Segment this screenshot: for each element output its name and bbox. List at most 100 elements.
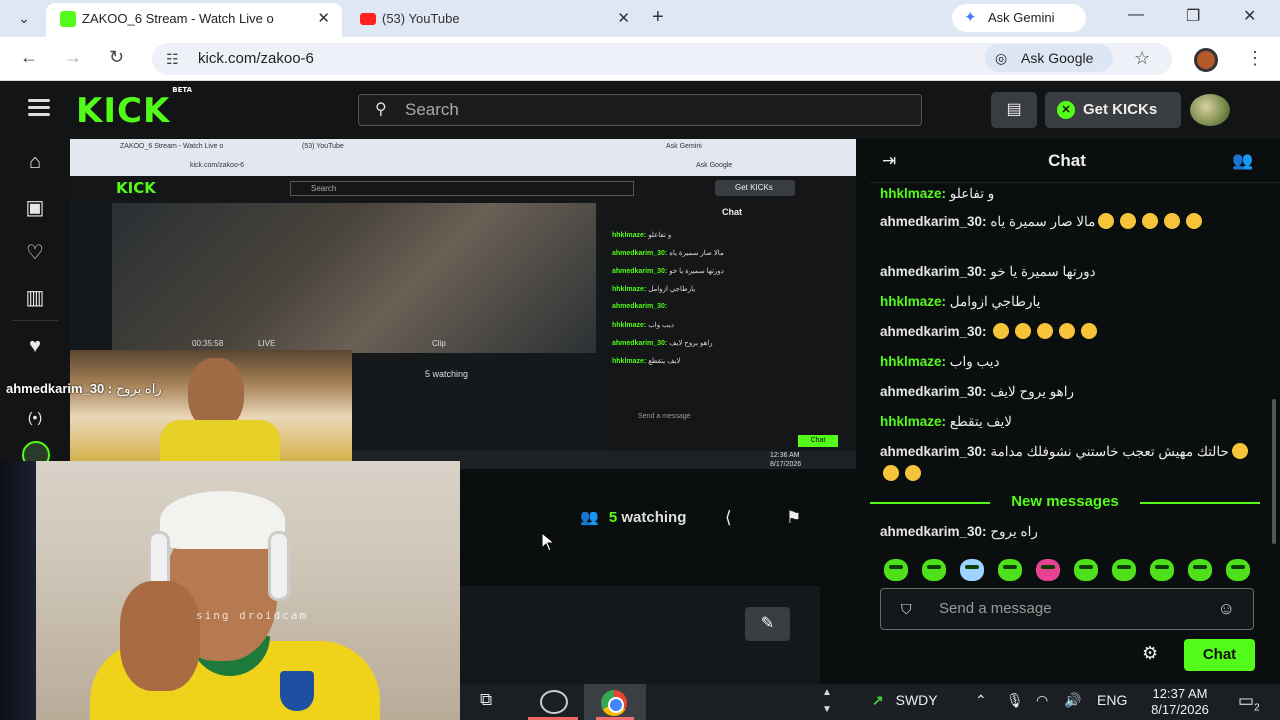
following-icon[interactable]: ♡: [22, 240, 48, 265]
inner-send: Send a message: [638, 413, 691, 420]
browse-button[interactable]: ▤: [991, 92, 1037, 128]
reload-button[interactable]: ↻: [109, 47, 124, 68]
chat-username[interactable]: ahmedkarim_30:: [880, 214, 987, 229]
inner-google: Ask Google: [696, 162, 733, 169]
chat-message: ahmedkarim_30: دورتها سميرة يا خو: [880, 261, 1260, 283]
kick-logo[interactable]: KICKBETA: [76, 86, 192, 131]
emote-icon[interactable]: [1150, 559, 1174, 581]
emote-icon[interactable]: [1036, 559, 1060, 581]
share-icon[interactable]: ⟨: [725, 508, 732, 528]
stats-icon[interactable]: ▥: [22, 285, 48, 310]
moderation-icon[interactable]: ⚑: [786, 508, 801, 528]
taskbar-scroll[interactable]: ▲ ▼: [822, 684, 832, 718]
laughing-emoji-icon: [993, 323, 1010, 339]
tray-chevron-icon[interactable]: ⌃: [975, 692, 987, 709]
tab-youtube[interactable]: (53) YouTube ✕: [346, 3, 642, 37]
taskbar-clock[interactable]: 12:37 AM 8/17/2026: [1140, 686, 1220, 718]
notification-icon[interactable]: ▭2: [1238, 691, 1260, 713]
heart-icon[interactable]: ♥: [22, 335, 48, 358]
webcam-preview-small: [70, 350, 352, 462]
viewers-icon: 👥: [580, 509, 599, 526]
close-tab-icon[interactable]: ✕: [317, 3, 330, 35]
tab-kick[interactable]: ZAKOO_6 Stream - Watch Live o ✕: [46, 3, 342, 37]
chat-username[interactable]: ahmedkarim_30:: [880, 384, 987, 399]
inner-chat-text: ديب واب: [648, 322, 674, 329]
inner-video: [112, 203, 596, 353]
chat-text: يارطاجي ازوامل: [949, 294, 1041, 309]
chat-message: ahmedkarim_30: راهو يروح لايف: [880, 381, 1260, 403]
chat-username[interactable]: ahmedkarim_30:: [880, 264, 987, 279]
get-kicks-button[interactable]: ✕ Get KICKs: [1045, 92, 1181, 128]
headphone-right: [268, 531, 290, 601]
user-avatar[interactable]: [1190, 94, 1230, 126]
emote-icon[interactable]: [922, 559, 946, 581]
chat-users-icon[interactable]: 👥: [1232, 151, 1253, 171]
browse-icon[interactable]: ▣: [22, 195, 48, 220]
home-icon[interactable]: ⌂: [22, 151, 48, 174]
stock-widget[interactable]: ↗ SWDY: [872, 692, 938, 709]
shield-icon: ⛉: [901, 601, 912, 617]
inner-chat-text: يارطاجي ازوامل: [648, 286, 696, 293]
emote-icon[interactable]: [1112, 559, 1136, 581]
wifi-icon[interactable]: ◠: [1036, 692, 1048, 709]
live-indicator-icon[interactable]: (•): [22, 409, 48, 425]
menu-icon[interactable]: [28, 99, 50, 116]
chat-username[interactable]: ahmedkarim_30:: [880, 524, 987, 539]
emote-icon[interactable]: [1226, 559, 1250, 581]
chat-message: ahmedkarim_30: مالا صار سميرة ياه: [880, 211, 1260, 233]
close-window-button[interactable]: ✕: [1243, 6, 1256, 26]
emote-icon[interactable]: [998, 559, 1022, 581]
chat-title: Chat: [1048, 151, 1086, 170]
ask-google-button[interactable]: ◎ Ask Google: [985, 44, 1113, 72]
emote-icon[interactable]: [1188, 559, 1212, 581]
edit-stream-button[interactable]: ✎: [745, 607, 790, 641]
chat-message-input[interactable]: ⛉ Send a message ☺: [880, 588, 1254, 630]
chat-username[interactable]: ahmedkarim_30:: [880, 444, 987, 459]
chat-username[interactable]: hhklmaze:: [880, 354, 946, 369]
search-icon: ⚲: [375, 101, 387, 118]
cap-shape: [160, 491, 285, 549]
chat-username[interactable]: ahmedkarim_30:: [880, 324, 987, 339]
back-button[interactable]: ←: [20, 47, 38, 68]
chat-username[interactable]: hhklmaze:: [880, 186, 946, 201]
obs-icon[interactable]: [540, 690, 568, 714]
new-messages-divider[interactable]: New messages: [870, 493, 1260, 513]
new-tab-button[interactable]: +: [652, 6, 664, 29]
chat-send-button[interactable]: Chat: [1184, 639, 1255, 671]
chat-scrollbar[interactable]: [1272, 399, 1276, 544]
beta-badge: BETA: [172, 85, 193, 94]
chat-settings-icon[interactable]: ⚙: [1142, 643, 1158, 664]
emote-picker-row: [884, 559, 1254, 583]
language-indicator[interactable]: ENG: [1097, 692, 1127, 708]
task-view-icon[interactable]: ⧉: [480, 690, 492, 710]
site-info-icon[interactable]: ☷: [166, 43, 179, 75]
hand-shape: [120, 581, 200, 691]
emote-icon[interactable]: [1074, 559, 1098, 581]
emote-icon[interactable]: [884, 559, 908, 581]
chat-header: ⇥ Chat 👥: [870, 139, 1280, 183]
emoji-picker-icon[interactable]: ☺: [1218, 589, 1235, 629]
volume-icon[interactable]: 🔊: [1064, 692, 1081, 709]
trend-up-icon: ↗: [872, 692, 884, 708]
microphone-icon[interactable]: 🎙: [1006, 692, 1024, 709]
ask-gemini-button[interactable]: ✦ Ask Gemini: [952, 4, 1086, 32]
inner-tab2: (53) YouTube: [302, 143, 344, 150]
chat-username[interactable]: hhklmaze:: [880, 414, 946, 429]
minimize-button[interactable]: —: [1128, 6, 1144, 24]
chat-input-placeholder: Send a message: [939, 600, 1052, 617]
inner-kick-header: KICK Search Get KICKs: [70, 176, 856, 202]
browser-menu-icon[interactable]: ⋮: [1246, 48, 1264, 69]
chat-username[interactable]: hhklmaze:: [880, 294, 946, 309]
chrome-icon[interactable]: [601, 690, 627, 716]
profile-avatar[interactable]: [1194, 48, 1218, 72]
forward-button[interactable]: →: [64, 47, 82, 68]
emote-icon[interactable]: [960, 559, 984, 581]
bookmark-star-icon[interactable]: ☆: [1134, 48, 1150, 69]
tab-search-dropdown[interactable]: ⌄: [10, 6, 38, 30]
search-input[interactable]: ⚲ Search: [358, 94, 922, 126]
close-tab-icon[interactable]: ✕: [617, 3, 630, 35]
chat-message: ahmedkarim_30: حالتك مهيش تعجب خاستني نش…: [880, 441, 1260, 485]
restore-button[interactable]: ❐: [1186, 6, 1200, 26]
logo-text: KICK: [76, 91, 171, 131]
inner-chat-text: راهو يروح لايف: [669, 340, 713, 347]
